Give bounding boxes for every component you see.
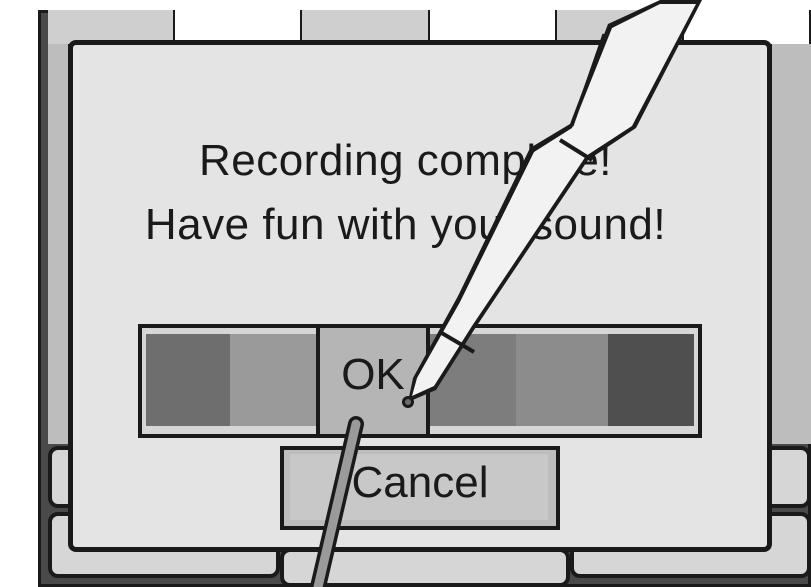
top-strip-segment — [48, 10, 176, 44]
color-swatch — [608, 334, 694, 426]
top-strip-segment — [556, 10, 684, 44]
top-strip-segment — [429, 10, 557, 44]
screen-illustration: Recording complete! Have fun with your s… — [0, 0, 811, 587]
top-strip-segment — [683, 10, 811, 44]
top-bar-strip — [48, 10, 811, 44]
color-swatch — [146, 334, 230, 426]
color-swatch — [230, 334, 316, 426]
side-tab-bottom-center — [280, 548, 570, 587]
top-strip-segment — [175, 10, 303, 44]
top-strip-segment — [302, 10, 430, 44]
color-swatch — [516, 334, 608, 426]
color-swatch — [430, 334, 516, 426]
cancel-button-label: Cancel — [351, 458, 489, 507]
dialog-message-line-2: Have fun with your sound! — [144, 200, 667, 249]
ok-button-label: OK — [341, 350, 405, 399]
dialog-message-line-1: Recording complete! — [198, 136, 613, 185]
